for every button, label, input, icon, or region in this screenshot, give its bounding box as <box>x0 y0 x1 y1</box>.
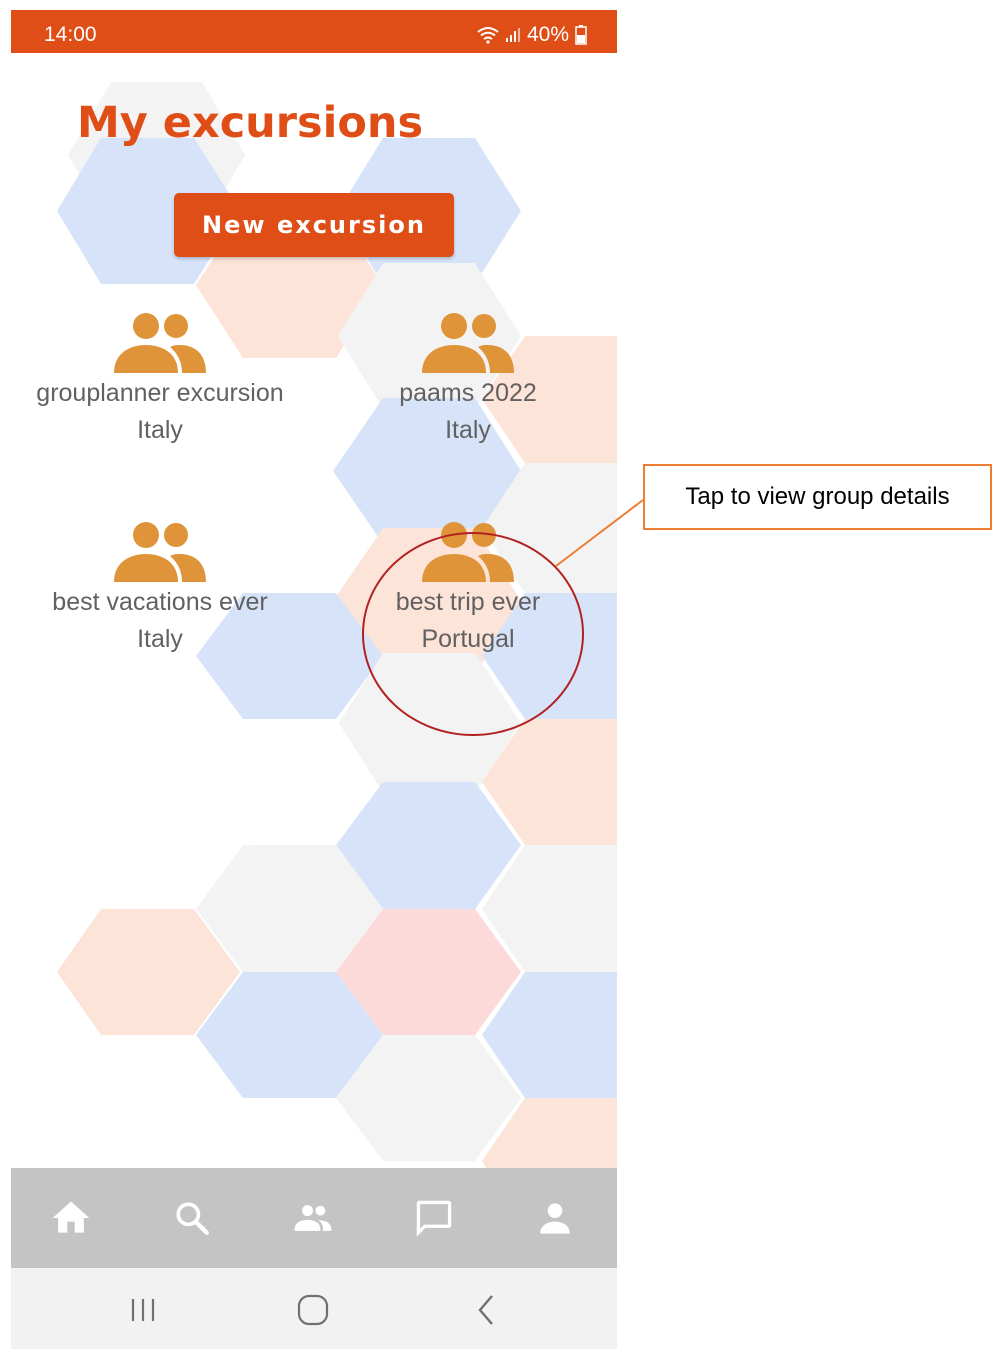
group-icon <box>418 311 518 375</box>
group-country: Italy <box>137 416 183 444</box>
group-country: Italy <box>445 416 491 444</box>
home-icon[interactable] <box>49 1196 93 1240</box>
signal-icon <box>505 27 521 43</box>
new-excursion-button[interactable]: New excursion <box>174 193 454 257</box>
group-icon <box>110 311 210 375</box>
group-card-grouplanner-excursion[interactable]: grouplanner excursion Italy <box>11 311 310 449</box>
group-name: best vacations ever <box>52 588 268 616</box>
page: 14:00 40% My excursions New excursion gr… <box>0 0 1000 1349</box>
group-country: Italy <box>137 625 183 653</box>
callout-text: Tap to view group details <box>685 483 950 510</box>
page-title: My excursions <box>77 98 424 148</box>
group-card-paams-2022[interactable]: paams 2022 Italy <box>318 311 617 449</box>
system-nav-bar <box>11 1268 617 1349</box>
bottom-nav <box>11 1168 617 1268</box>
chat-icon[interactable] <box>412 1196 456 1240</box>
group-name: paams 2022 <box>399 379 537 407</box>
status-indicators: 40% <box>477 23 587 47</box>
group-card-best-trip-ever[interactable]: best trip ever Portugal <box>318 520 617 658</box>
group-name: best trip ever <box>395 588 541 616</box>
group-card-best-vacations-ever[interactable]: best vacations ever Italy <box>11 520 310 658</box>
excursions-screen: My excursions New excursion grouplanner … <box>11 53 617 1168</box>
profile-icon[interactable] <box>533 1196 577 1240</box>
phone-screen: 14:00 40% My excursions New excursion gr… <box>11 10 617 1349</box>
group-icon <box>418 520 518 584</box>
battery-percent: 40% <box>526 23 569 46</box>
groups-icon[interactable] <box>291 1196 335 1240</box>
home-circle-icon[interactable] <box>293 1290 333 1330</box>
wifi-icon <box>477 26 499 44</box>
group-country: Portugal <box>421 625 515 653</box>
group-icon <box>110 520 210 584</box>
search-icon[interactable] <box>170 1196 214 1240</box>
group-name: grouplanner excursion <box>36 379 284 407</box>
back-icon[interactable] <box>466 1290 506 1330</box>
callout-box: Tap to view group details <box>643 464 992 530</box>
status-time: 14:00 <box>44 23 97 46</box>
battery-icon <box>575 25 587 45</box>
status-bar: 14:00 40% <box>11 10 617 53</box>
recent-apps-icon[interactable] <box>124 1290 164 1330</box>
